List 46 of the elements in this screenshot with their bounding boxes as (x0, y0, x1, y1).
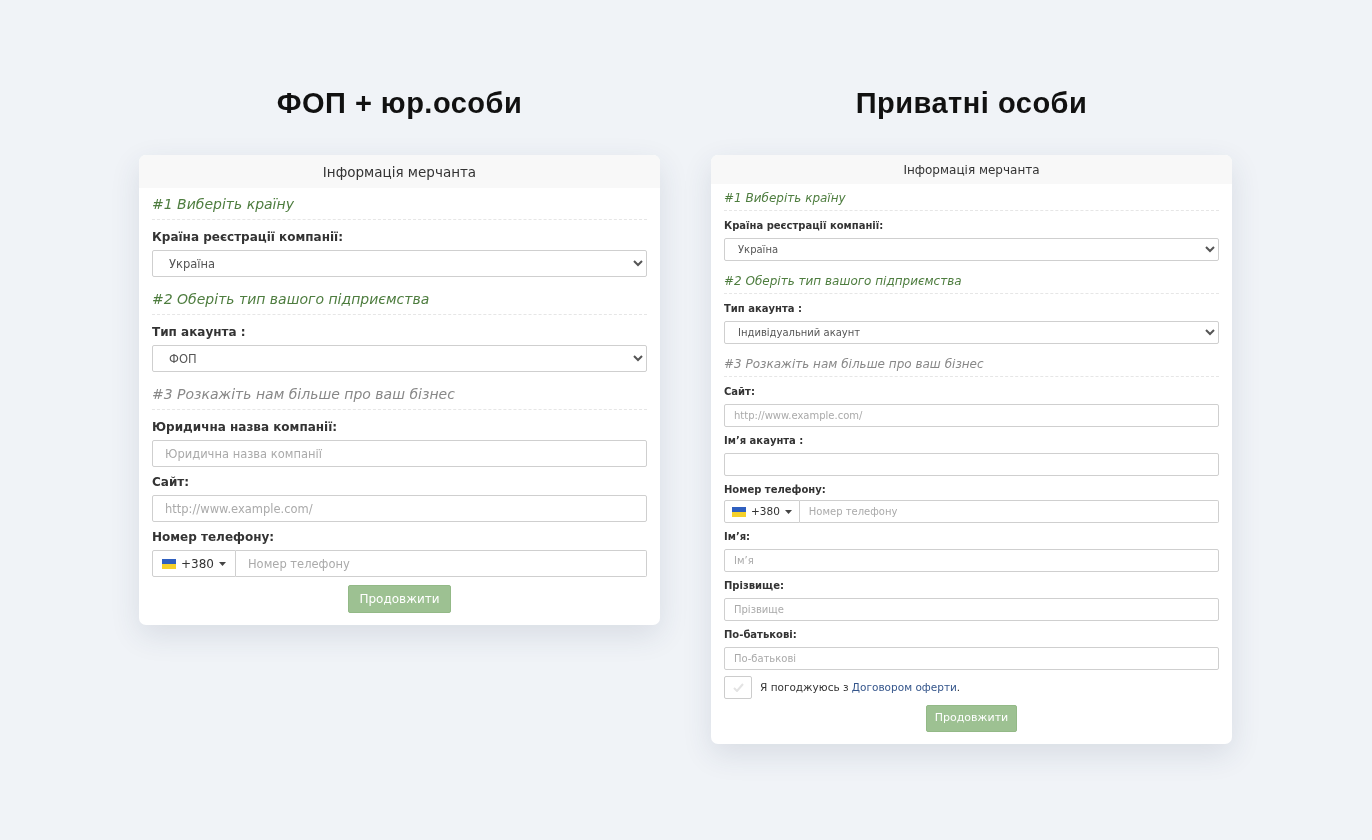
input-field[interactable]: Прізвище (724, 598, 1219, 621)
agree-checkbox[interactable] (724, 676, 752, 699)
field-label: По-батькові: (724, 628, 798, 642)
dropdown-field[interactable]: Україна (724, 238, 1219, 261)
step-heading: #1 Виберіть країну (152, 188, 647, 221)
field-label: Номер телефону: (724, 483, 827, 497)
field-label: Юридична назва компанії: (152, 419, 339, 437)
field-label: Прізвище: (724, 579, 785, 593)
field-label: Країна реєстрації компанії: (152, 229, 344, 247)
input-field[interactable]: http://www.example.com/ (724, 404, 1219, 427)
check-icon (732, 683, 744, 692)
agreement-text: Я погоджуюсь з Договором оферти. (760, 679, 961, 695)
flag-icon (732, 506, 746, 517)
step-heading: #2 Оберіть тип вашого підприємства (724, 267, 1219, 294)
field-label: Тип акаунта : (152, 324, 247, 342)
input-field[interactable]: http://www.example.com/ (152, 495, 647, 523)
input-field[interactable] (724, 453, 1219, 476)
country-code-dropdown[interactable]: +380 (152, 550, 236, 578)
section-heading: Приватні особи (855, 87, 1088, 119)
card-title: Інформація мерчанта (139, 155, 660, 189)
step-heading: #2 Оберіть тип вашого підприємства (152, 283, 647, 316)
step-heading: #3 Розкажіть нам більше про ваш бізнес (724, 350, 1219, 377)
offer-link[interactable]: Договором оферти (851, 680, 957, 693)
input-field[interactable]: По-батькові (724, 647, 1219, 670)
field-label: Ім’я акаунта : (724, 434, 805, 448)
field-label: Номер телефону: (152, 529, 276, 547)
field-label: Сайт: (724, 385, 756, 399)
phone-input-field[interactable]: Номер телефону (799, 500, 1219, 523)
field-label: Тип акаунта : (724, 302, 803, 316)
step-heading: #3 Розкажіть нам більше про ваш бізнес (152, 378, 647, 411)
input-field[interactable]: Ім’я (724, 549, 1219, 572)
phone-input-field[interactable]: Номер телефону (235, 550, 647, 578)
caret-icon (218, 561, 226, 566)
dropdown-field[interactable]: Україна (152, 250, 647, 278)
dropdown-field[interactable]: ФОП (152, 345, 647, 373)
country-code-dropdown[interactable]: +380 (724, 500, 800, 523)
step-heading: #1 Виберіть країну (724, 184, 1219, 211)
field-label: Сайт: (152, 474, 191, 492)
section-heading: ФОП + юр.особи (276, 87, 523, 119)
flag-icon (162, 558, 176, 569)
card-title: Інформація мерчанта (711, 155, 1232, 184)
dropdown-field[interactable]: Індивідуальний акаунт (724, 321, 1219, 344)
caret-icon (784, 509, 792, 514)
input-field[interactable]: Юридична назва компанії (152, 440, 647, 468)
field-label: Ім’я: (724, 530, 752, 544)
field-label: Країна реєстрації компанії: (724, 219, 885, 233)
